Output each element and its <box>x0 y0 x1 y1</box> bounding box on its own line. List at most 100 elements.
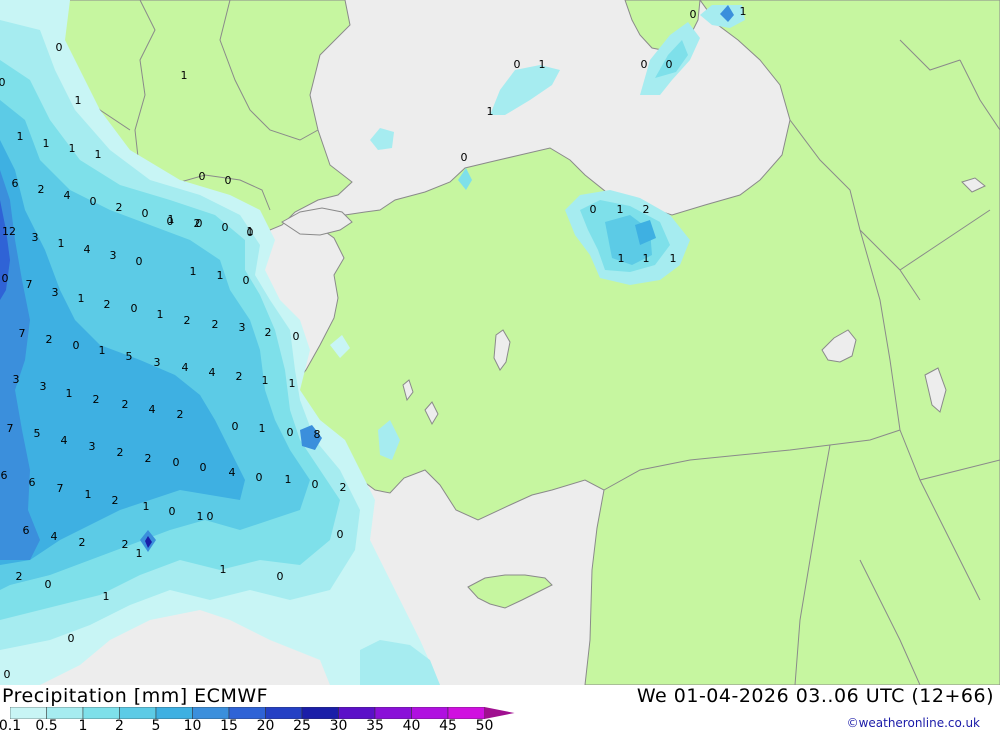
precip-value-label: 1 <box>670 252 677 265</box>
precip-value-label: 1 <box>95 148 102 161</box>
precip-value-label: 1 <box>69 142 76 155</box>
precip-value-label: 0 <box>173 456 180 469</box>
precip-value-label: 0 <box>461 151 468 164</box>
precip-value-label: 4 <box>61 434 68 447</box>
precip-value-label: 7 <box>7 422 14 435</box>
legend-label: 50 <box>475 718 494 734</box>
precip-value-label: 1 <box>220 563 227 576</box>
precip-value-label: 0 <box>136 255 143 268</box>
precip-value-label: 6 <box>29 476 36 489</box>
precip-value-label: 0 <box>312 478 319 491</box>
legend-label: 30 <box>329 718 348 734</box>
precip-value-label: 1 <box>643 252 650 265</box>
precip-value-label: 3 <box>239 321 246 334</box>
valid-time: We 01-04-2026 03..06 UTC (12+66) <box>636 685 994 707</box>
legend-label: 25 <box>293 718 311 734</box>
precip-value-label: 4 <box>182 361 189 374</box>
precip-value-label: 1 <box>58 237 65 250</box>
precip-value-label: 1 <box>217 269 224 282</box>
precip-value-label: 3 <box>110 249 117 262</box>
precip-value-label: 0 <box>68 632 75 645</box>
precip-value-label: 0 <box>131 302 138 315</box>
precip-value-label: 0 <box>243 274 250 287</box>
precip-value-label: 1 <box>43 137 50 150</box>
precip-value-label: 1 <box>197 510 204 523</box>
precip-value-label: 6 <box>12 177 19 190</box>
precip-value-label: 4 <box>149 403 156 416</box>
precip-value-label: 1 <box>740 5 747 18</box>
precip-value-label: 2 <box>79 536 86 549</box>
precip-value-label: 3 <box>89 440 96 453</box>
precip-value-label: 0 <box>666 58 673 71</box>
precip-value-label: 2 <box>145 452 152 465</box>
map-footer: Precipitation [mm] ECMWF We 01-04-2026 0… <box>0 685 1000 734</box>
precip-value-label: 2 <box>212 318 219 331</box>
precip-value-label: 0 <box>2 272 9 285</box>
precip-value-label: 5 <box>34 427 41 440</box>
map-title: Precipitation [mm] ECMWF <box>2 685 269 707</box>
precip-value-label: 0 <box>90 195 97 208</box>
credit-link[interactable]: ©weatheronline.co.uk <box>847 716 980 730</box>
precip-value-label: 0 <box>142 207 149 220</box>
precip-value-label: 5 <box>126 350 133 363</box>
precip-value-label: 8 <box>314 428 321 441</box>
precip-value-label: 1 <box>539 58 546 71</box>
precip-value-label: 0 <box>225 174 232 187</box>
legend-label: 20 <box>256 718 275 734</box>
precip-value-label: 2 <box>643 203 650 216</box>
precip-value-label: 0 <box>232 420 239 433</box>
precip-value-label: 2 <box>122 538 129 551</box>
precip-value-label: 1 <box>262 374 269 387</box>
precip-value-label: 7 <box>26 278 33 291</box>
precip-value-label: 0 <box>199 170 206 183</box>
precip-value-label: 7 <box>19 327 26 340</box>
precip-value-label: 3 <box>154 356 161 369</box>
legend-label: 0.1 <box>0 718 22 734</box>
legend-label: 2 <box>115 718 124 734</box>
precip-value-label: 1 <box>17 130 24 143</box>
precip-value-label: 7 <box>57 482 64 495</box>
precip-value-label: 2 <box>16 570 23 583</box>
precip-value-label: 0 <box>200 461 207 474</box>
precip-value-label: 1 <box>143 500 150 513</box>
precip-value-label: 2 <box>104 298 111 311</box>
precip-value-label: 6 <box>1 469 8 482</box>
precip-value-label: 12 <box>2 225 16 238</box>
precip-value-label: 1 <box>157 308 164 321</box>
precip-value-label: 3 <box>13 373 20 386</box>
precip-value-label: 2 <box>46 333 53 346</box>
legend-label: 15 <box>220 718 238 734</box>
precip-value-label: 0 <box>4 668 11 681</box>
precip-value-label: 4 <box>64 189 71 202</box>
precip-value-label: 2 <box>340 481 347 494</box>
precip-value-label: 1 <box>78 292 85 305</box>
precipitation-map: 01010 1 0 01101 1 1106 2 4 0 2 0 1 20 012 3 1 4 3 00 73 1 2 0 1… <box>0 0 1000 685</box>
precip-value-label: 0 <box>293 330 300 343</box>
precip-value-label: 4 <box>209 366 216 379</box>
precip-value-label: 2 <box>122 398 129 411</box>
precip-value-label: 0 <box>196 217 203 230</box>
precip-value-label: 2 <box>93 393 100 406</box>
precip-value-label: 2 <box>117 446 124 459</box>
precip-value-label: 1 <box>259 422 266 435</box>
legend-label: 40 <box>402 718 421 734</box>
precip-value-label: 1 <box>289 377 296 390</box>
precip-value-label: 0 <box>167 215 174 228</box>
precip-value-label: 0 <box>287 426 294 439</box>
precip-value-label: 0 <box>590 203 597 216</box>
precip-value-label: 0 <box>641 58 648 71</box>
precip-value-label: 1 <box>136 547 143 560</box>
precip-value-label: 2 <box>38 183 45 196</box>
precip-value-label: 3 <box>32 231 39 244</box>
precip-value-label: 0 <box>337 528 344 541</box>
precip-value-label: 0 <box>222 221 229 234</box>
precip-value-label: 2 <box>265 326 272 339</box>
precip-value-label: 1 <box>99 344 106 357</box>
precip-value-label: 0 <box>247 226 254 239</box>
precip-value-label: 2 <box>184 314 191 327</box>
precip-value-label: 1 <box>75 94 82 107</box>
precip-value-label: 0 <box>73 339 80 352</box>
precip-value-label: 1 <box>181 69 188 82</box>
precip-value-label: 0 <box>207 510 214 523</box>
precip-value-label: 4 <box>84 243 91 256</box>
